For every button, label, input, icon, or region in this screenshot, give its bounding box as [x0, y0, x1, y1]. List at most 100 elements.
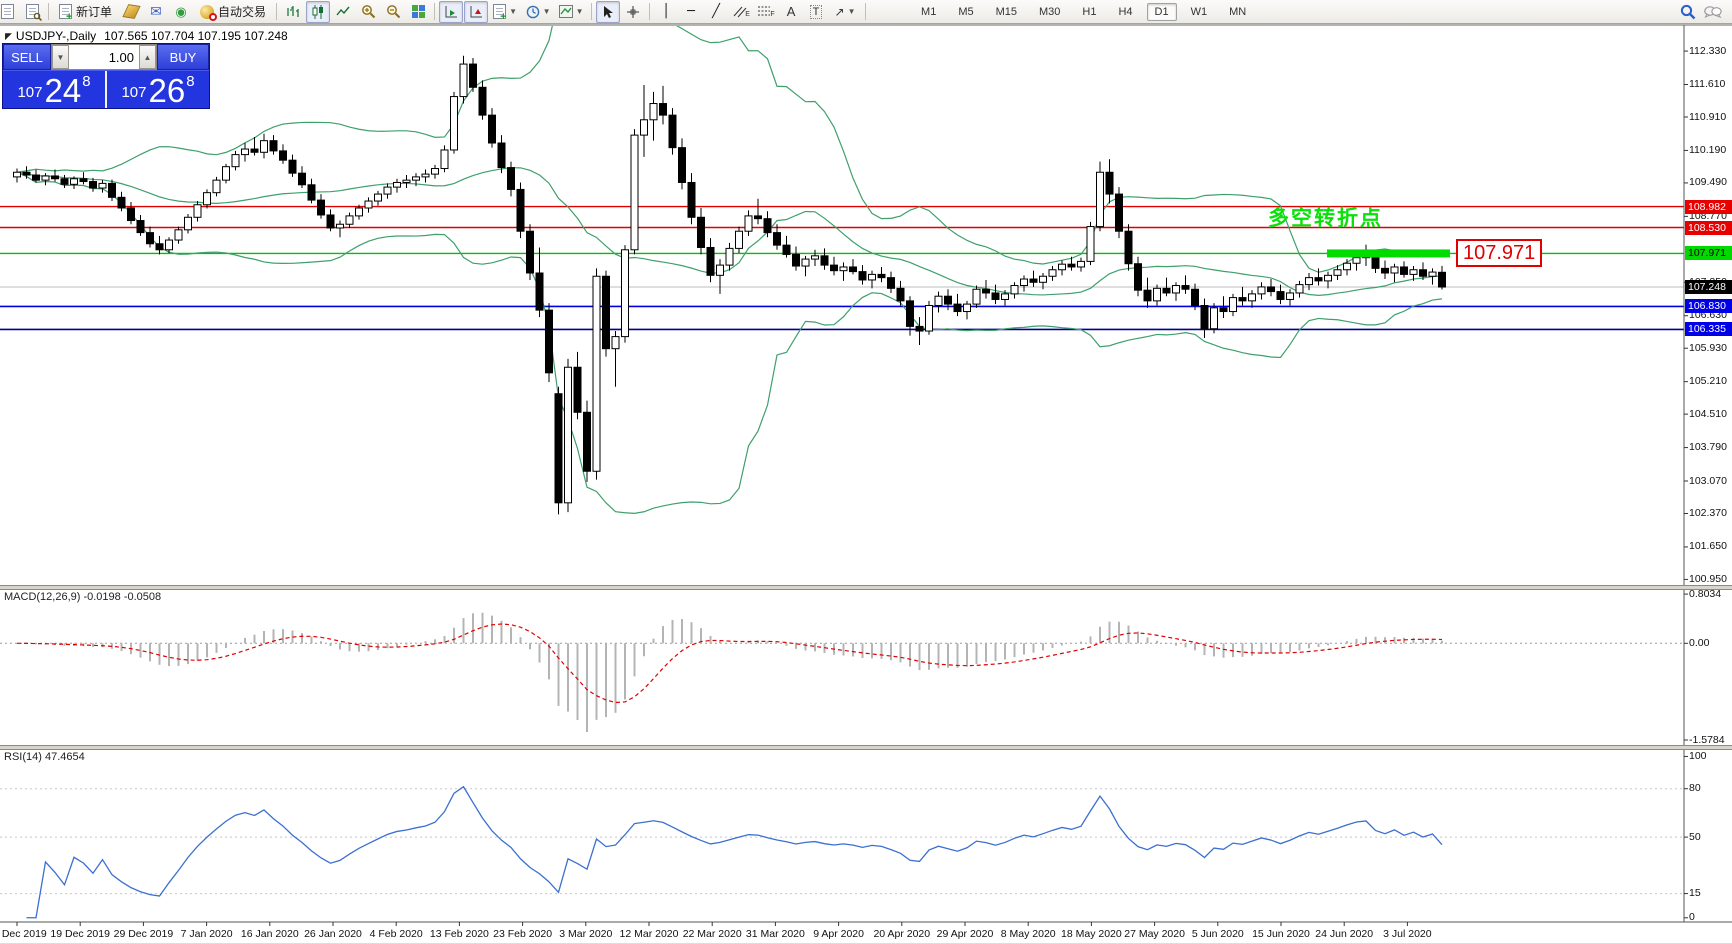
- autotrading-button[interactable]: 自动交易: [194, 1, 272, 23]
- buy-price-digits: 26: [148, 72, 186, 109]
- autotrading-label: 自动交易: [218, 5, 267, 19]
- time-axis-label: 3 Jul 2020: [1383, 928, 1432, 940]
- toolbar-separator: [865, 3, 867, 20]
- price-tick-label: 112.330: [1689, 44, 1727, 57]
- price-level-label: 106.830: [1685, 299, 1732, 314]
- price-tick-label: 109.490: [1689, 176, 1727, 189]
- green-bar-annotation[interactable]: [1327, 249, 1450, 258]
- autotrading-globe-icon: [200, 4, 218, 21]
- periods-icon[interactable]: ▼: [522, 1, 554, 23]
- timeframe-button-m1[interactable]: M1: [913, 3, 944, 21]
- price-tick-label: 102.370: [1689, 507, 1727, 519]
- horizontal-line-tool-icon[interactable]: ─: [679, 1, 703, 23]
- fibonacci-tool-icon[interactable]: F: [754, 1, 778, 23]
- brush-icon[interactable]: [119, 1, 143, 23]
- indicators-icon[interactable]: + ▼: [489, 1, 521, 23]
- volume-stepper: ▼ ▲: [51, 44, 157, 70]
- chart-marker-icon: ◤: [5, 31, 12, 41]
- price-tick-label: 101.650: [1689, 540, 1727, 553]
- volume-increase-button[interactable]: ▲: [139, 45, 156, 69]
- templates-icon[interactable]: ▼: [555, 1, 587, 23]
- macd-label: MACD(12,26,9) -0.0198 -0.0508: [4, 591, 162, 603]
- turning-point-annotation[interactable]: 多空转折点: [1268, 202, 1383, 232]
- price-level-label: 107.248: [1685, 280, 1732, 295]
- timeframe-button-m15[interactable]: M15: [988, 3, 1025, 21]
- one-click-trading-panel: SELL ▼ ▲ BUY 107248 107268: [2, 43, 210, 109]
- text-tool-icon[interactable]: A: [779, 1, 803, 23]
- price-level-label: 106.335: [1685, 322, 1732, 337]
- price-level-label: 108.530: [1685, 220, 1732, 235]
- timeframe-button-mn[interactable]: MN: [1221, 3, 1254, 21]
- sell-button[interactable]: SELL: [3, 44, 51, 70]
- price-tick-label: 104.510: [1689, 407, 1727, 420]
- vertical-line-tool-icon[interactable]: │: [654, 1, 678, 23]
- macd-axis-label: 0.00: [1689, 636, 1710, 649]
- volume-decrease-button[interactable]: ▼: [52, 45, 69, 69]
- price-tick-label: 103.070: [1689, 474, 1727, 487]
- new-order-button[interactable]: + 新订单: [53, 1, 118, 23]
- bar-chart-mode-icon[interactable]: [281, 1, 305, 23]
- macd-signal-line: [16, 623, 1443, 704]
- chart-shift-icon[interactable]: [464, 0, 489, 23]
- toolbar-separator: [649, 3, 651, 20]
- data-window-icon[interactable]: [20, 1, 44, 23]
- sell-price-prefix: 107: [17, 84, 43, 101]
- buy-price-display[interactable]: 107 26 8: [107, 71, 209, 108]
- sell-price-digits: 24: [44, 72, 82, 109]
- timeframe-button-h1[interactable]: H1: [1074, 3, 1104, 21]
- channel-tool-icon[interactable]: E: [729, 1, 753, 23]
- trendline-tool-icon[interactable]: ╱: [704, 1, 728, 23]
- toolbar-separator: [48, 3, 49, 20]
- buy-button[interactable]: BUY: [157, 44, 209, 70]
- auto-scroll-icon[interactable]: [439, 0, 464, 23]
- ohlc-values: 107.565 107.704 107.195 107.248: [104, 29, 288, 43]
- timeframe-button-m5[interactable]: M5: [950, 3, 981, 21]
- chart-window: ◤ USDJPY-,Daily 107.565 107.704 107.195 10…: [0, 0, 1732, 944]
- toolbar-separator: [591, 3, 593, 20]
- macd-pane-separator[interactable]: [0, 585, 1732, 590]
- price-tick-label: 105.930: [1689, 341, 1727, 354]
- rsi-axis-label: 100: [1689, 749, 1707, 762]
- timeframe-button-h4[interactable]: H4: [1110, 3, 1140, 21]
- toolbar-separator: [434, 3, 436, 20]
- candlestick-mode-icon[interactable]: [306, 0, 331, 23]
- chart-window-icon[interactable]: [0, 1, 19, 23]
- signal-icon[interactable]: ◉: [169, 1, 193, 23]
- buy-price-sup: 8: [186, 73, 195, 90]
- rsi-axis-label: 80: [1689, 782, 1701, 795]
- autotrading-stopped-icon: [209, 12, 218, 21]
- line-chart-mode-icon[interactable]: [331, 1, 355, 23]
- label-tool-icon[interactable]: T: [804, 1, 828, 23]
- price-tick-label: 110.190: [1689, 143, 1727, 156]
- volume-input[interactable]: [69, 45, 139, 69]
- rsi-label: RSI(14) 47.4654: [4, 751, 85, 763]
- price-tick-label: 103.790: [1689, 441, 1727, 454]
- rsi-line: [26, 785, 1443, 919]
- mail-icon[interactable]: ✉: [144, 1, 168, 23]
- symbol-period-label: USDJPY-,Daily: [15, 29, 97, 43]
- candlestick-series[interactable]: [13, 55, 1446, 515]
- cursor-icon[interactable]: [596, 0, 621, 23]
- crosshair-icon[interactable]: [621, 1, 645, 23]
- rsi-axis-label: 0: [1689, 911, 1695, 924]
- timeframe-button-w1[interactable]: W1: [1183, 3, 1216, 21]
- price-chart-canvas[interactable]: [0, 0, 1732, 944]
- new-order-label: 新订单: [76, 5, 113, 19]
- timeframe-button-m30[interactable]: M30: [1031, 3, 1068, 21]
- rsi-axis-label: 15: [1689, 887, 1701, 900]
- zoom-in-icon[interactable]: [356, 1, 380, 23]
- price-tick-label: 111.610: [1689, 78, 1726, 90]
- tile-windows-icon[interactable]: [406, 1, 430, 23]
- zoom-out-icon[interactable]: [381, 1, 405, 23]
- price-tick-label: 110.910: [1689, 110, 1727, 123]
- price-tick-label: 100.950: [1689, 572, 1727, 585]
- price-level-label: 108.982: [1685, 199, 1732, 214]
- sell-price-display[interactable]: 107 24 8: [3, 71, 105, 108]
- chat-icon[interactable]: [1701, 1, 1725, 23]
- arrows-tool-icon[interactable]: ↗ ▼: [829, 1, 861, 23]
- price-level-label: 107.971: [1685, 246, 1732, 261]
- timeframe-button-d1[interactable]: D1: [1146, 2, 1177, 21]
- search-icon[interactable]: [1676, 1, 1700, 23]
- price-tag-label[interactable]: 107.971: [1456, 239, 1543, 267]
- rsi-pane-separator[interactable]: [0, 745, 1732, 750]
